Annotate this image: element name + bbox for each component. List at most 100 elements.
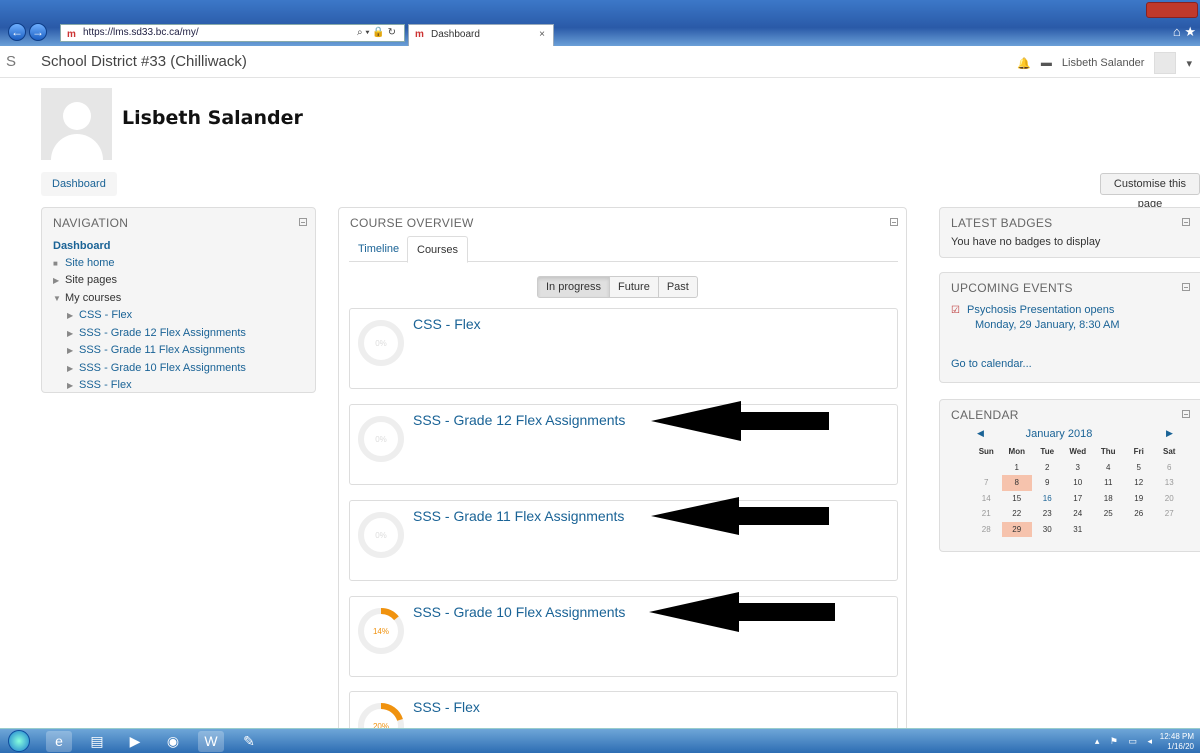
calendar-day[interactable]: 28 (971, 522, 1002, 538)
media-player-icon[interactable]: ▶ (122, 731, 148, 752)
event-link[interactable]: Psychosis Presentation opens (967, 304, 1114, 316)
tray-icons[interactable]: ▴ ⚑ ▭ ◂ (1095, 736, 1156, 747)
calendar-day[interactable]: 30 (1032, 522, 1063, 538)
go-to-calendar-link[interactable]: Go to calendar... (951, 358, 1032, 370)
collapse-icon[interactable] (1182, 410, 1190, 418)
calendar-day[interactable]: 15 (1002, 491, 1033, 507)
calendar-day[interactable]: 13 (1154, 475, 1185, 491)
calendar-day[interactable]: 14 (971, 491, 1002, 507)
address-bar[interactable]: m https://lms.sd33.bc.ca/my/ ⌕ ▾ 🔒 ↻ (60, 24, 405, 42)
calendar-day[interactable]: 9 (1032, 475, 1063, 491)
notifications-icon[interactable]: 🔔 (1017, 57, 1031, 70)
calendar-day[interactable]: 19 (1124, 491, 1155, 507)
calendar-day[interactable]: 23 (1032, 506, 1063, 522)
chevron-right-icon[interactable]: ▶ (67, 361, 79, 378)
messages-icon[interactable]: ▬ (1041, 57, 1052, 69)
calendar-day[interactable]: 29 (1001, 521, 1032, 537)
chevron-right-icon[interactable]: ▶ (53, 273, 65, 290)
calendar-day[interactable]: 6 (1154, 460, 1185, 476)
calendar-day[interactable]: 1 (1002, 460, 1033, 476)
nav-course[interactable]: SSS - Grade 10 Flex Assignments (79, 362, 246, 374)
calendar-day[interactable]: 5 (1124, 460, 1155, 476)
calendar-day[interactable]: 17 (1063, 491, 1094, 507)
calendar-title: CALENDAR (951, 408, 1019, 422)
calendar-day[interactable]: 16 (1032, 491, 1063, 507)
chevron-right-icon[interactable]: ▶ (67, 378, 79, 395)
user-menu[interactable]: 🔔 ▬ Lisbeth Salander ▾ (1017, 52, 1192, 74)
customise-page-button[interactable]: Customise this page (1100, 173, 1200, 210)
window-controls[interactable] (1146, 2, 1198, 18)
filter-in-progress[interactable]: In progress (537, 276, 611, 298)
calendar-day[interactable]: 3 (1063, 460, 1094, 476)
course-card[interactable]: 0% CSS - Flex (349, 308, 898, 389)
chevron-down-icon[interactable]: ▼ (53, 291, 65, 308)
nav-site-home[interactable]: Site home (65, 257, 115, 269)
calendar-day[interactable]: 2 (1032, 460, 1063, 476)
course-name-link[interactable]: CSS - Flex (413, 316, 481, 332)
nav-course[interactable]: CSS - Flex (79, 309, 132, 321)
calendar-day[interactable]: 8 (1001, 475, 1032, 491)
collapse-icon[interactable] (1182, 283, 1190, 291)
close-tab-icon[interactable]: × (539, 25, 545, 45)
course-name-link[interactable]: SSS - Grade 10 Flex Assignments (413, 604, 625, 620)
header-avatar[interactable] (1154, 52, 1177, 74)
nav-course[interactable]: SSS - Grade 11 Flex Assignments (79, 344, 245, 356)
collapse-icon[interactable] (890, 218, 898, 226)
site-name[interactable]: School District #33 (Chilliwack) (41, 53, 247, 70)
calendar-day[interactable]: 20 (1154, 491, 1185, 507)
forward-icon[interactable]: → (29, 23, 47, 41)
calendar-day[interactable]: 25 (1093, 506, 1124, 522)
header-user-name[interactable]: Lisbeth Salander (1062, 57, 1145, 69)
nav-my-courses[interactable]: My courses (65, 292, 121, 304)
nav-course[interactable]: SSS - Grade 12 Flex Assignments (79, 327, 246, 339)
breadcrumb-dashboard[interactable]: Dashboard (52, 178, 106, 190)
nav-dashboard[interactable]: Dashboard (53, 240, 110, 252)
event-item[interactable]: ☑ Psychosis Presentation opens (951, 304, 1114, 316)
chevron-right-icon[interactable]: ▶ (67, 308, 79, 325)
clock[interactable]: 12:48 PM 1/16/20 (1160, 732, 1194, 752)
calendar-day[interactable]: 10 (1063, 475, 1094, 491)
calendar-day-header: Tue (1040, 447, 1055, 457)
calendar-day[interactable]: 22 (1002, 506, 1033, 522)
calendar-month[interactable]: January 2018 (925, 428, 1193, 440)
collapse-icon[interactable] (299, 218, 307, 226)
home-star-icon[interactable]: ⌂ ★ (1173, 24, 1196, 40)
filter-past[interactable]: Past (657, 276, 698, 298)
calendar-day[interactable]: 11 (1093, 475, 1124, 491)
next-month-icon[interactable]: ▶ (1166, 428, 1173, 439)
back-icon[interactable]: ← (8, 23, 26, 41)
calendar-day (1124, 522, 1155, 538)
calendar-day[interactable]: 31 (1063, 522, 1094, 538)
nav-course[interactable]: SSS - Flex (79, 379, 132, 391)
start-button[interactable] (8, 730, 30, 752)
calendar-day[interactable]: 4 (1093, 460, 1124, 476)
tab-timeline[interactable]: Timeline (349, 236, 408, 263)
calendar-day[interactable]: 18 (1093, 491, 1124, 507)
tab-courses[interactable]: Courses (407, 236, 468, 263)
course-name-link[interactable]: SSS - Grade 11 Flex Assignments (413, 508, 624, 524)
calendar-day[interactable]: 21 (971, 506, 1002, 522)
chrome-icon[interactable]: ◉ (160, 731, 186, 752)
breadcrumb[interactable]: Dashboard (41, 172, 117, 196)
paint-icon[interactable]: ✎ (236, 731, 262, 752)
chevron-right-icon[interactable]: ▶ (67, 326, 79, 343)
calendar-day (1093, 522, 1124, 538)
calendar-day[interactable]: 24 (1063, 506, 1094, 522)
browser-tab-dashboard[interactable]: m Dashboard × (408, 24, 554, 46)
course-name-link[interactable]: SSS - Flex (413, 699, 480, 715)
calendar-day[interactable]: 26 (1124, 506, 1155, 522)
collapse-icon[interactable] (1182, 218, 1190, 226)
ie-icon[interactable]: e (46, 731, 72, 752)
course-name-link[interactable]: SSS - Grade 12 Flex Assignments (413, 412, 625, 428)
calendar-day[interactable]: 12 (1124, 475, 1155, 491)
calendar-day[interactable]: 27 (1154, 506, 1185, 522)
nav-site-pages[interactable]: Site pages (65, 274, 117, 286)
calendar-day[interactable]: 7 (971, 475, 1002, 491)
taskbar: e ▤ ▶ ◉ W ✎ ▴ ⚑ ▭ ◂ 12:48 PM 1/16/20 (0, 728, 1200, 753)
word-icon[interactable]: W (198, 731, 224, 752)
address-tools-icon[interactable]: ⌕ ▾ 🔒 ↻ (357, 25, 396, 41)
filter-future[interactable]: Future (609, 276, 659, 298)
chevron-down-icon[interactable]: ▾ (1186, 57, 1192, 70)
chevron-right-icon[interactable]: ▶ (67, 343, 79, 360)
folder-icon[interactable]: ▤ (84, 731, 110, 752)
